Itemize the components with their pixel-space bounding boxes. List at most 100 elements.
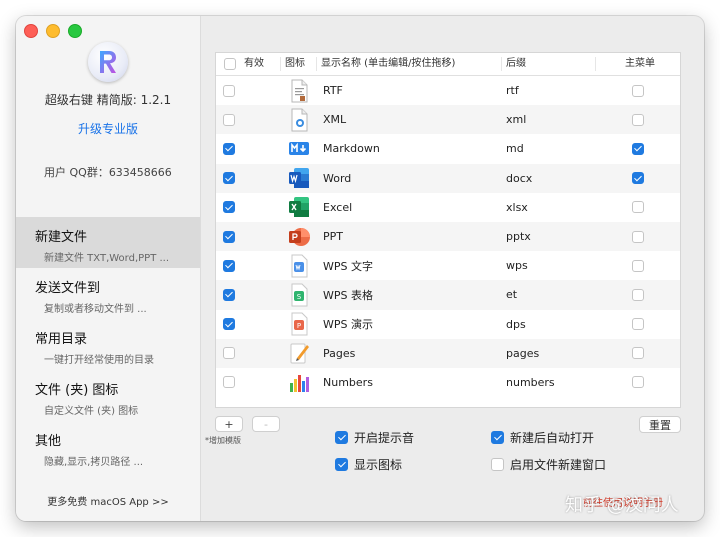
- upgrade-pro-link[interactable]: 升级专业版: [16, 120, 200, 137]
- row-name[interactable]: PPT: [317, 230, 502, 243]
- row-main-menu-checkbox[interactable]: [632, 113, 644, 126]
- app-window: 超级右键 精简版: 1.2.1 升级专业版 用户 QQ群：633458666 新…: [16, 16, 704, 521]
- auto-open-option[interactable]: 新建后自动打开: [491, 429, 594, 446]
- row-suffix: xml: [506, 113, 527, 127]
- template-table: 有效 图标 显示名称 (单击编辑/按住拖移) 后缀 主菜单 RTF rtf XML x…: [215, 52, 681, 408]
- row-main-menu-cell: [596, 201, 680, 214]
- row-enabled-checkbox[interactable]: [223, 142, 235, 155]
- row-main-menu-cell: [596, 84, 680, 97]
- table-row[interactable]: Pages pages: [216, 338, 680, 368]
- sidebar-item-other[interactable]: 其他 隐藏,显示,拷贝路径 ...: [16, 421, 200, 472]
- sidebar-item-subtitle: 隐藏,显示,拷贝路径 ...: [44, 457, 144, 468]
- sidebar-item-file-icons[interactable]: 文件 (夹) 图标 自定义文件 (夹) 图标: [16, 370, 200, 421]
- wps-presentation-icon: P: [281, 312, 317, 336]
- row-main-menu-checkbox[interactable]: [632, 230, 644, 243]
- row-enabled-checkbox[interactable]: [223, 84, 235, 97]
- table-row[interactable]: Markdown md: [216, 134, 680, 163]
- sound-checkbox[interactable]: [335, 431, 348, 444]
- new-window-checkbox[interactable]: [491, 458, 504, 471]
- table-row[interactable]: P WPS 演示 dps: [216, 310, 680, 339]
- pages-icon: [281, 341, 317, 365]
- row-main-menu-checkbox[interactable]: [632, 84, 644, 97]
- row-main-menu-checkbox[interactable]: [632, 259, 644, 272]
- row-main-menu-cell: [596, 172, 680, 185]
- sidebar-item-new-file[interactable]: 新建文件 新建文件 TXT,Word,PPT ...: [16, 217, 200, 268]
- sound-option[interactable]: 开启提示音: [335, 429, 414, 446]
- row-name[interactable]: Excel: [317, 201, 502, 214]
- sidebar-item-subtitle: 新建文件 TXT,Word,PPT ...: [44, 253, 170, 264]
- row-suffix: pptx: [506, 230, 531, 244]
- row-enabled-checkbox[interactable]: [223, 318, 235, 331]
- row-enabled-cell: [216, 347, 281, 360]
- table-row[interactable]: Word docx: [216, 163, 680, 193]
- sidebar-item-send-to[interactable]: 发送文件到 复制或者移动文件到 ...: [16, 268, 200, 319]
- minimize-window-button[interactable]: [46, 24, 60, 38]
- row-name[interactable]: Numbers: [317, 376, 502, 389]
- table-row[interactable]: XML xml: [216, 105, 680, 135]
- sound-option-label: 开启提示音: [354, 431, 415, 445]
- word-icon: [281, 166, 317, 190]
- sidebar-nav: 新建文件 新建文件 TXT,Word,PPT ... 发送文件到 复制或者移动文…: [16, 217, 200, 472]
- row-main-menu-checkbox[interactable]: [632, 288, 644, 301]
- table-body: RTF rtf XML xml Markdown md Word docx Excel xlsx P…: [216, 76, 680, 397]
- add-template-button[interactable]: +: [215, 416, 243, 432]
- row-main-menu-cell: [596, 347, 680, 360]
- row-name[interactable]: WPS 表格: [317, 287, 502, 303]
- row-main-menu-cell: [596, 142, 680, 155]
- zoom-window-button[interactable]: [68, 24, 82, 38]
- markdown-icon: [281, 137, 317, 161]
- more-apps-link[interactable]: 更多免费 macOS App >>: [16, 493, 200, 508]
- row-enabled-checkbox[interactable]: [223, 347, 235, 360]
- row-name[interactable]: Word: [317, 172, 502, 185]
- row-enabled-checkbox[interactable]: [223, 288, 235, 301]
- row-name[interactable]: XML: [317, 113, 502, 126]
- row-suffix: dps: [506, 317, 526, 331]
- watermark: 知乎 @汶问人: [565, 495, 679, 516]
- row-enabled-checkbox[interactable]: [223, 376, 235, 389]
- row-suffix: rtf: [506, 84, 519, 98]
- row-main-menu-checkbox[interactable]: [632, 347, 644, 360]
- auto-open-checkbox[interactable]: [491, 431, 504, 444]
- table-row[interactable]: WPS 文字 wps: [216, 251, 680, 280]
- auto-open-option-label: 新建后自动打开: [510, 431, 595, 445]
- show-icon-option[interactable]: 显示图标: [335, 456, 402, 473]
- row-enabled-checkbox[interactable]: [223, 230, 235, 243]
- reset-button[interactable]: 重置: [639, 416, 681, 433]
- new-window-option[interactable]: 启用文件新建窗口: [491, 456, 606, 473]
- sidebar-item-subtitle: 一键打开经常使用的目录: [44, 355, 154, 366]
- row-main-menu-checkbox[interactable]: [632, 201, 644, 214]
- select-all-checkbox[interactable]: [224, 58, 236, 70]
- table-row[interactable]: Excel xlsx: [216, 193, 680, 222]
- show-icon-checkbox[interactable]: [335, 458, 348, 471]
- sidebar-item-title: 文件 (夹) 图标: [35, 383, 119, 398]
- row-enabled-checkbox[interactable]: [223, 201, 235, 214]
- row-enabled-checkbox[interactable]: [223, 259, 235, 272]
- row-name[interactable]: RTF: [317, 84, 502, 97]
- close-window-button[interactable]: [24, 24, 38, 38]
- excel-icon: [281, 195, 317, 219]
- row-enabled-cell: [216, 318, 281, 331]
- row-main-menu-checkbox[interactable]: [632, 376, 644, 389]
- sidebar-item-common-dirs[interactable]: 常用目录 一键打开经常使用的目录: [16, 319, 200, 370]
- main-panel: 有效 图标 显示名称 (单击编辑/按住拖移) 后缀 主菜单 RTF rtf XML x…: [201, 16, 704, 521]
- row-name[interactable]: Markdown: [317, 142, 502, 155]
- row-name[interactable]: WPS 演示: [317, 316, 502, 332]
- row-main-menu-checkbox[interactable]: [632, 318, 644, 331]
- table-row[interactable]: S WPS 表格 et: [216, 280, 680, 310]
- row-name[interactable]: WPS 文字: [317, 258, 502, 274]
- table-row[interactable]: RTF rtf: [216, 76, 680, 105]
- row-suffix: xlsx: [506, 200, 528, 214]
- new-window-option-label: 启用文件新建窗口: [510, 458, 607, 472]
- sidebar-item-title: 其他: [35, 434, 62, 449]
- header-icon: 图标: [281, 57, 317, 71]
- row-main-menu-checkbox[interactable]: [632, 172, 644, 185]
- remove-template-button[interactable]: -: [252, 416, 280, 432]
- row-enabled-checkbox[interactable]: [223, 172, 235, 185]
- header-suffix: 后缀: [502, 57, 596, 71]
- row-main-menu-checkbox[interactable]: [632, 142, 644, 155]
- table-row[interactable]: PPT pptx: [216, 221, 680, 252]
- row-name[interactable]: Pages: [317, 347, 502, 360]
- wps-sheet-icon: S: [281, 283, 317, 307]
- table-row[interactable]: Numbers numbers: [216, 368, 680, 397]
- row-enabled-checkbox[interactable]: [223, 113, 235, 126]
